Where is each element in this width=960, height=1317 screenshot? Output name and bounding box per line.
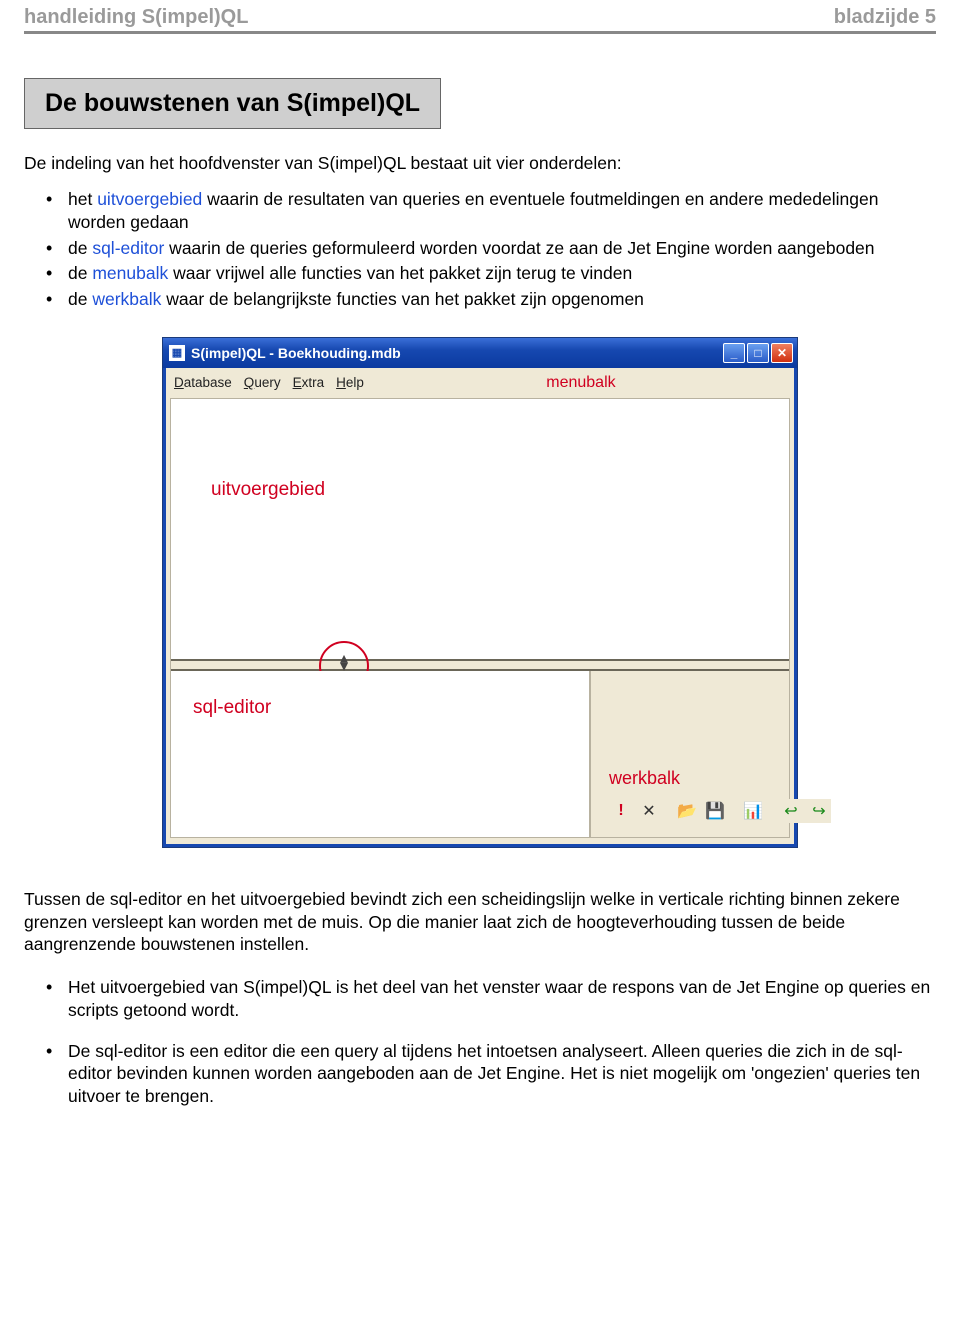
splitter-grip-icon: ▴▾ (335, 655, 353, 671)
link-sql-editor[interactable]: sql-editor (92, 238, 164, 258)
window-title: S(impel)QL - Boekhouding.mdb (191, 345, 401, 361)
menu-query[interactable]: Query (244, 375, 281, 390)
label-werkbalk: werkbalk (609, 768, 680, 789)
menubar: Database Query Extra Help menubalk (170, 370, 790, 398)
minimize-button[interactable]: _ (723, 343, 745, 363)
header-left: handleiding S(impel)QL (24, 6, 248, 29)
paragraph-splitter: Tussen de sql-editor en het uitvoergebie… (24, 888, 936, 956)
section-title-box: De bouwstenen van S(impel)QL (24, 78, 441, 129)
link-werkbalk[interactable]: werkbalk (92, 289, 161, 309)
toolbar: ! ✕ 📂 💾 📊 ↩ ↪ (609, 799, 831, 823)
header-rule (24, 31, 936, 34)
bottom-bullets: Het uitvoergebied van S(impel)QL is het … (24, 976, 936, 1108)
clear-button[interactable]: ✕ (637, 799, 661, 823)
menu-database[interactable]: Database (174, 375, 232, 390)
redo-icon[interactable]: ↪ (807, 799, 831, 823)
splitter[interactable]: ▴▾ (171, 659, 789, 671)
bottom-bullet-uitvoergebied: Het uitvoergebied van S(impel)QL is het … (68, 976, 936, 1022)
bullet-uitvoergebied: het uitvoergebied waarin de resultaten v… (68, 188, 936, 234)
label-menubalk: menubalk (376, 374, 786, 392)
bullet-werkbalk: de werkbalk waar de belangrijkste functi… (68, 288, 936, 311)
sql-editor-panel[interactable]: sql-editor (171, 671, 591, 837)
app-icon: ▦ (169, 345, 185, 361)
output-panel[interactable]: uitvoergebied (171, 399, 789, 659)
close-button[interactable]: ✕ (771, 343, 793, 363)
bullet-sql-editor: de sql-editor waarin de queries geformul… (68, 237, 936, 260)
menu-help[interactable]: Help (336, 375, 364, 390)
link-uitvoergebied[interactable]: uitvoergebied (97, 189, 202, 209)
open-icon[interactable]: 📂 (675, 799, 699, 823)
chart-icon[interactable]: 📊 (741, 799, 765, 823)
section-title: De bouwstenen van S(impel)QL (45, 89, 420, 118)
label-uitvoergebied: uitvoergebied (211, 479, 325, 501)
run-button[interactable]: ! (609, 799, 633, 823)
menu-extra[interactable]: Extra (293, 375, 325, 390)
intro-paragraph: De indeling van het hoofdvenster van S(i… (24, 153, 936, 174)
titlebar[interactable]: ▦ S(impel)QL - Boekhouding.mdb _ □ ✕ (163, 338, 797, 368)
link-menubalk[interactable]: menubalk (92, 263, 168, 283)
top-bullets: het uitvoergebied waarin de resultaten v… (24, 188, 936, 311)
bullet-menubalk: de menubalk waar vrijwel alle functies v… (68, 262, 936, 285)
header-right: bladzijde 5 (834, 6, 936, 29)
bottom-bullet-sql-editor: De sql-editor is een editor die een quer… (68, 1040, 936, 1108)
app-window: ▦ S(impel)QL - Boekhouding.mdb _ □ ✕ Dat… (162, 337, 798, 848)
maximize-button[interactable]: □ (747, 343, 769, 363)
label-sql-editor: sql-editor (193, 697, 271, 719)
undo-icon[interactable]: ↩ (779, 799, 803, 823)
save-icon[interactable]: 💾 (703, 799, 727, 823)
